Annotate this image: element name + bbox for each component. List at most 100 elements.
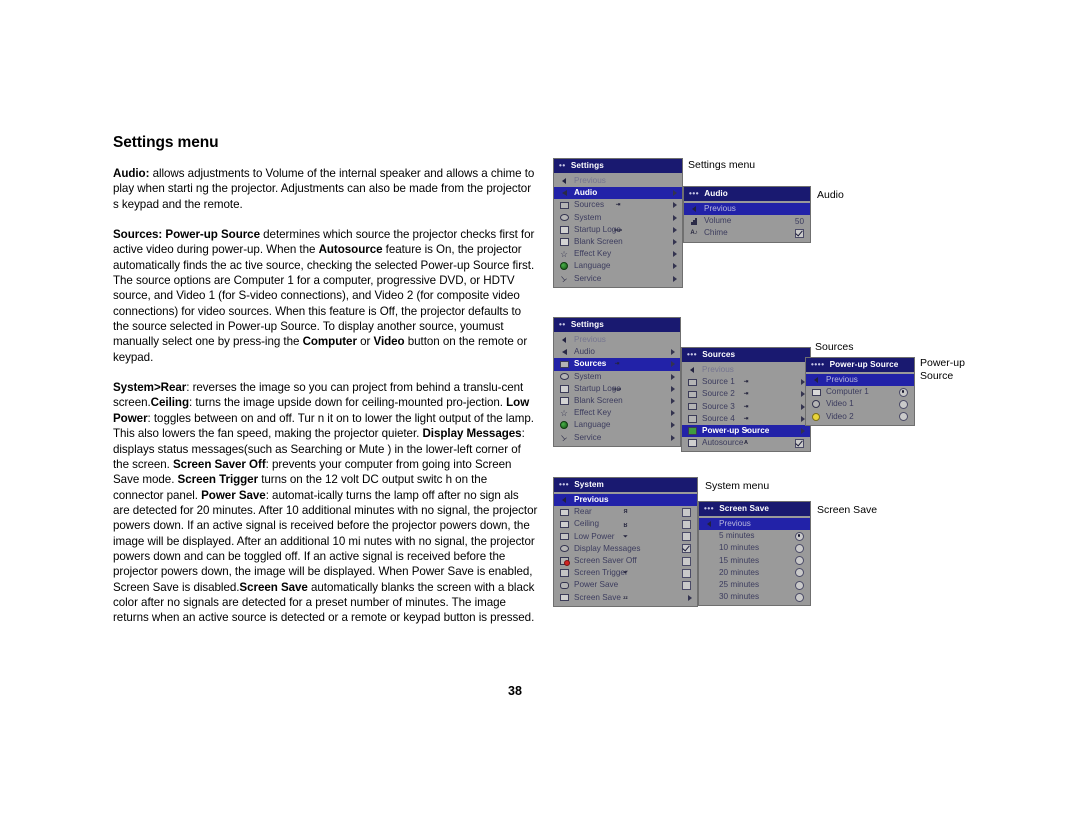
osd-radio-button[interactable]	[795, 568, 804, 578]
menu-level-dots: •••	[689, 189, 700, 198]
caption-system-menu: System menu	[705, 480, 770, 492]
osd-menu-item[interactable]: ⟂ Service	[554, 432, 680, 444]
osd-menu-item[interactable]: ⏷ Low Power	[554, 531, 697, 543]
video2-icon	[810, 412, 822, 422]
osd-menu-item[interactable]: A Autosource	[682, 437, 810, 449]
osd-checkbox[interactable]	[795, 228, 804, 238]
osd-menu-item[interactable]: Previous	[554, 334, 680, 346]
osd-sources-menu[interactable]: ••• Sources Previous ⇥ Source 1 ⇥ Source 2 ⇥ Sou…	[681, 347, 811, 453]
osd-menu-item[interactable]: 10 minutes	[699, 542, 810, 554]
osd-settings-menu-1[interactable]: •• Settings Previous Audio ⇥ Sources System log…	[553, 158, 683, 288]
osd-radio-button[interactable]	[795, 592, 804, 602]
osd-menu-item[interactable]: 15 minutes	[699, 555, 810, 567]
osd-menu-item[interactable]: Previous	[699, 518, 810, 531]
osd-radio-button[interactable]	[795, 531, 804, 541]
submenu-arrow-icon	[673, 239, 677, 246]
osd-menu-item[interactable]: Video 2	[806, 411, 914, 423]
osd-checkbox[interactable]	[682, 580, 691, 590]
osd-menu-item[interactable]: Previous	[684, 203, 810, 216]
article-text-column: Settings menu Audio: allows adjustments …	[113, 134, 538, 641]
osd-power-up-source-menu[interactable]: •••• Power-up Source Previous Computer 1 Vid…	[805, 357, 915, 426]
blank-icon	[703, 580, 715, 590]
osd-menu-item[interactable]: zz Screen Save	[554, 592, 697, 604]
wrench-icon: ⟂	[558, 432, 569, 443]
osd-menu-item[interactable]: Language	[554, 260, 682, 272]
osd-menu-item[interactable]: Previous	[554, 175, 682, 187]
osd-menu-item[interactable]: 20 minutes	[699, 567, 810, 579]
osd-checkbox[interactable]	[682, 519, 691, 529]
osd-menu-item[interactable]: ☆ Effect Key	[554, 407, 680, 419]
osd-menu-item[interactable]: ⏷ Screen Trigger	[554, 567, 697, 579]
osd-menu-item[interactable]: Blank Screen	[554, 236, 682, 248]
osd-menu-item[interactable]: ⇥ Source 3	[682, 401, 810, 413]
osd-checkbox[interactable]	[682, 544, 691, 554]
osd-radio-button[interactable]	[795, 556, 804, 566]
osd-menu-item[interactable]: A♪ Chime	[684, 227, 810, 239]
osd-menu-item[interactable]: Computer 1	[806, 386, 914, 398]
osd-menu-item[interactable]: ⟂ Service	[554, 273, 682, 285]
osd-menu-item[interactable]: logo Startup Logo	[554, 383, 680, 395]
osd-menu-item[interactable]: ⇥ Sources	[554, 358, 680, 371]
osd-menu-item[interactable]: R Ceiling	[554, 518, 697, 530]
low-power-icon: ⏷	[558, 532, 628, 542]
osd-menu-item[interactable]: ☆ Effect Key	[554, 248, 682, 260]
osd-menu-item[interactable]: Video 1	[806, 398, 914, 410]
osd-menu-item[interactable]: R Rear	[554, 506, 697, 518]
osd-title-text: Settings	[570, 161, 604, 170]
logo-icon: logo	[558, 225, 622, 235]
osd-menu-item[interactable]: 25 minutes	[699, 579, 810, 591]
osd-checkbox[interactable]	[682, 556, 691, 566]
source-input-icon: ⇥	[558, 200, 620, 210]
osd-menu-item[interactable]: Blank Screen	[554, 395, 680, 407]
osd-menu-item[interactable]: 30 minutes	[699, 591, 810, 603]
screen-save-icon: zz	[558, 593, 628, 603]
globe-icon	[558, 261, 570, 271]
osd-menu-item[interactable]: System	[554, 212, 682, 224]
osd-menu-item[interactable]: ⇥ Source 4	[682, 413, 810, 425]
osd-radio-button[interactable]	[795, 543, 804, 553]
osd-menu-item[interactable]: Screen Saver Off	[554, 555, 697, 567]
emphasis-run: Computer	[302, 335, 357, 349]
osd-checkbox[interactable]	[682, 532, 691, 542]
osd-checkbox[interactable]	[682, 507, 691, 517]
osd-row-list: Previous R Rear R Ceiling ⏷ Low Power Display M…	[554, 492, 697, 606]
osd-checkbox[interactable]	[795, 438, 804, 448]
osd-menu-item[interactable]: Previous	[682, 364, 810, 376]
osd-menu-item[interactable]: ⇥ Sources	[554, 199, 682, 211]
osd-menu-item[interactable]: ⇥ Source 1	[682, 376, 810, 388]
text-run: allows adjustments to Volume of the inte…	[113, 167, 535, 211]
osd-audio-menu[interactable]: ••• Audio Previous Volume 50 A♪ Chime	[683, 186, 811, 243]
osd-radio-button[interactable]	[899, 412, 908, 422]
osd-title-bar: •• Settings	[554, 318, 680, 332]
osd-screen-save-menu[interactable]: ••• Screen Save Previous 5 minutes 10 minute…	[698, 501, 811, 607]
osd-item-label: Screen Saver Off	[574, 556, 637, 566]
emphasis-run: Autosource	[318, 243, 383, 257]
chime-icon: A♪	[690, 230, 698, 237]
osd-title-bar: ••• Sources	[682, 348, 810, 362]
osd-menu-item[interactable]: Previous	[806, 374, 914, 387]
emphasis-run: Sources: Power-up Source	[113, 228, 260, 242]
osd-menu-item[interactable]: ⇥ Power-up Source	[682, 424, 810, 438]
osd-menu-item[interactable]: Language	[554, 419, 680, 431]
osd-checkbox[interactable]	[682, 568, 691, 578]
osd-menu-item[interactable]: Display Messages	[554, 543, 697, 555]
osd-radio-button[interactable]	[899, 399, 908, 409]
osd-radio-button[interactable]	[899, 387, 908, 397]
osd-system-menu[interactable]: ••• System Previous R Rear R Ceiling ⏷ Low Power…	[553, 477, 698, 607]
autosource-icon: A	[686, 438, 748, 448]
osd-menu-item[interactable]: Audio	[554, 187, 682, 200]
osd-menu-item[interactable]: ⇥ Source 2	[682, 388, 810, 400]
back-arrow-icon	[810, 375, 822, 385]
osd-menu-item[interactable]: System	[554, 371, 680, 383]
osd-menu-item[interactable]: Previous	[554, 494, 697, 507]
osd-menu-item[interactable]: Power Save	[554, 579, 697, 591]
osd-item-label: 20 minutes	[719, 567, 760, 577]
osd-menu-item[interactable]: logo Startup Logo	[554, 224, 682, 236]
osd-menu-item[interactable]: Volume 50	[684, 215, 810, 227]
osd-menu-item[interactable]: 5 minutes	[699, 530, 810, 542]
osd-menu-item[interactable]: Audio	[554, 346, 680, 358]
osd-radio-button[interactable]	[795, 580, 804, 590]
blank-icon	[703, 543, 715, 553]
osd-settings-menu-2[interactable]: •• Settings Previous Audio ⇥ Sources System log…	[553, 317, 681, 447]
video1-icon	[810, 399, 822, 409]
